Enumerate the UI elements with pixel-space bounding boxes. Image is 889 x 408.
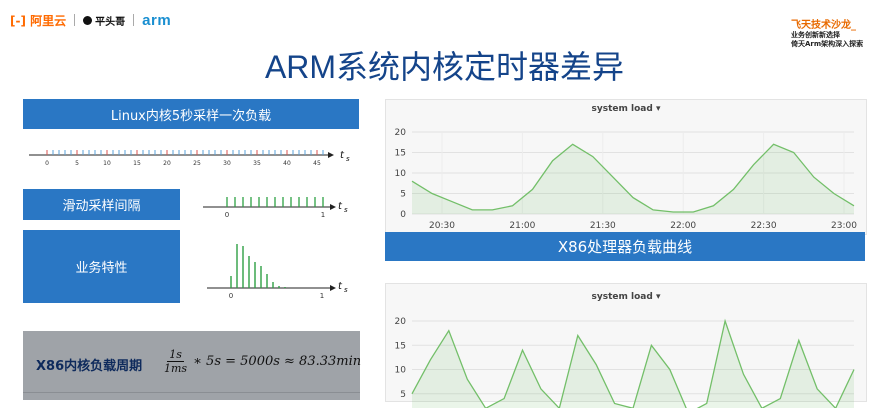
- aliyun-icon: [-]: [10, 13, 26, 28]
- business-axis-sub: s: [344, 286, 348, 294]
- chart-y-tick-label: 5: [400, 190, 406, 200]
- header-logos: [-] 阿里云 平头哥 arm: [10, 10, 171, 30]
- sampling-timeline-svg: 0 5 10 15 20 25 30 35 40 45 t s: [29, 150, 350, 167]
- arm-logo: arm: [142, 11, 172, 29]
- formula-result: ∗ 5s = 5000s ≈ 83.33min: [193, 354, 362, 369]
- timeline-axis-label: t: [340, 150, 345, 161]
- timeline-tick-label: 10: [103, 160, 111, 167]
- timeline-tick-label: 35: [253, 160, 261, 167]
- sliding-timeline-svg: 0 1 t s: [203, 197, 348, 219]
- formula-divider: [23, 392, 360, 393]
- chart-area: [412, 144, 854, 214]
- timeline-tick-label: 0: [45, 160, 49, 167]
- bottom-chart-svg: 05101520: [395, 317, 855, 408]
- sliding-tick-label: 1: [321, 211, 325, 219]
- business-axis-label: t: [338, 281, 343, 292]
- x86-load-caption: X86处理器负载曲线: [385, 232, 865, 261]
- event-subtitle: 业务创新新选择: [791, 31, 840, 39]
- chart-x-tick-label: 20:30: [429, 221, 455, 231]
- logo-divider: [133, 14, 135, 26]
- chart-x-tick-label: 22:00: [670, 221, 696, 231]
- formula-numerator: 1s: [167, 348, 184, 362]
- chart-y-tick-label: 15: [395, 341, 406, 351]
- chart-y-tick-label: 5: [400, 390, 406, 400]
- chart-x-tick-label: 23:00: [831, 221, 857, 231]
- pingtouge-icon: [83, 15, 93, 25]
- business-feature-box: 业务特性: [23, 230, 180, 303]
- chart-x-tick-label: 21:30: [590, 221, 616, 231]
- timeline-axis-sub: s: [346, 155, 350, 163]
- sliding-axis-sub: s: [344, 206, 348, 214]
- sliding-arrow: [330, 204, 336, 210]
- business-spikes: 0 1 t s: [195, 236, 359, 300]
- timeline-tick-label: 40: [283, 160, 291, 167]
- sliding-timeline: 0 1 t s: [195, 190, 359, 222]
- logo-divider: [74, 14, 76, 26]
- bottom-chart-panel: system load ▾ 05101520: [385, 283, 867, 408]
- top-chart-svg: 0 5 10 15 20 20:30 21:00 21:30 22:00 22:30 23:00: [395, 128, 858, 231]
- business-arrow: [330, 285, 336, 291]
- event-title: 飞天技术沙龙_: [791, 20, 856, 31]
- chart-y-tick-label: 10: [395, 169, 407, 179]
- top-chart-title[interactable]: system load ▾: [386, 104, 866, 114]
- chart-y-tick-label: 20: [395, 317, 407, 327]
- pingtouge-logo: 平头哥: [83, 13, 125, 28]
- chart-area: [412, 321, 854, 408]
- formula-label: X86内核负载周期: [36, 359, 143, 374]
- chart-y-tick-label: 15: [395, 149, 406, 159]
- formula-denominator: 1ms: [164, 362, 188, 375]
- linux-sampling-box: Linux内核5秒采样一次负载: [23, 99, 359, 129]
- timeline-tick-label: 25: [193, 160, 201, 167]
- aliyun-logo: [-] 阿里云: [10, 13, 67, 28]
- chart-y-tick-label: 10: [395, 366, 407, 376]
- chart-y-tick-label: 0: [400, 210, 406, 220]
- slide-title: ARM系统内核定时器差异: [264, 49, 625, 85]
- sampling-timeline: 0 5 10 15 20 25 30 35 40 45 t s: [23, 136, 359, 172]
- sliding-axis-label: t: [338, 201, 343, 212]
- timeline-tick-label: 5: [75, 160, 79, 167]
- timeline-arrow: [328, 152, 334, 158]
- chart-y-tick-label: 20: [395, 128, 407, 138]
- top-chart-panel: system load ▾ 0 5 10 15 20 20:30 21:00 21:30 22:…: [385, 99, 867, 235]
- timeline-tick-label: 20: [163, 160, 171, 167]
- business-spikes-svg: 0 1 t s: [207, 244, 348, 300]
- sliding-tick-label: 0: [225, 211, 229, 219]
- business-tick-label: 0: [229, 292, 233, 300]
- bottom-chart-title[interactable]: system load ▾: [386, 292, 866, 302]
- timeline-tick-label: 15: [133, 160, 141, 167]
- business-tick-label: 1: [320, 292, 324, 300]
- chart-x-tick-label: 22:30: [751, 221, 777, 231]
- sliding-interval-box: 滑动采样间隔: [23, 189, 180, 220]
- chart-x-tick-label: 21:00: [509, 221, 535, 231]
- formula-fraction: 1s 1ms: [164, 348, 187, 375]
- formula: 1s 1ms ∗ 5s = 5000s ≈ 83.33min: [164, 348, 361, 375]
- timeline-tick-label: 30: [223, 160, 231, 167]
- timeline-tick-label: 45: [313, 160, 321, 167]
